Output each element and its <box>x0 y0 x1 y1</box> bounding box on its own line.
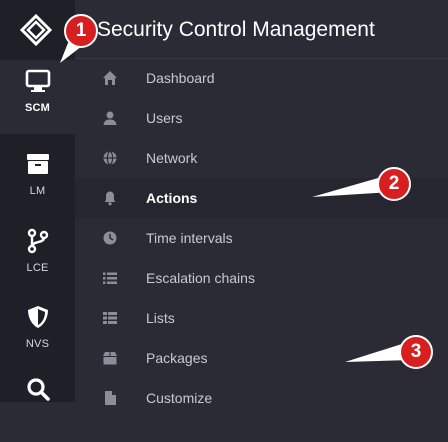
callout-badge-2: 2 <box>377 167 411 201</box>
callout-badge-1: 1 <box>64 14 98 48</box>
callout-arrows <box>60 38 412 362</box>
callout-badge-3: 3 <box>399 335 433 369</box>
